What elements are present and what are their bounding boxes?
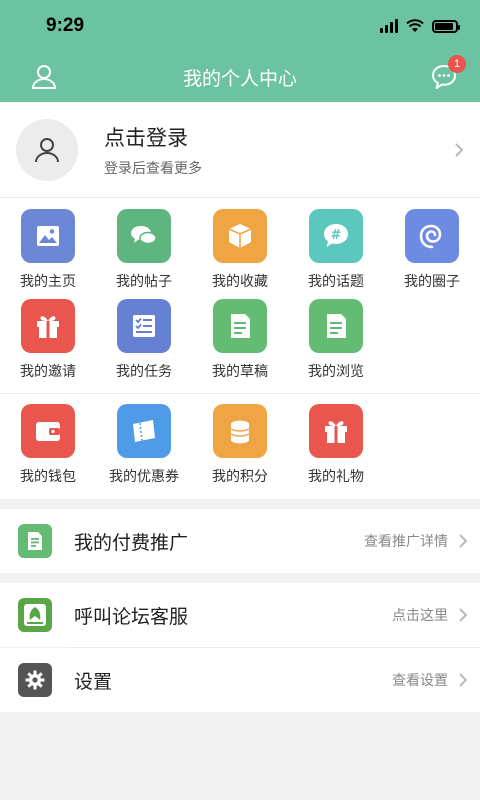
grid-tile <box>117 209 171 263</box>
settings-label: 设置 <box>74 670 113 693</box>
checklist-icon <box>133 315 155 337</box>
status-icons <box>380 19 460 33</box>
grid-item[interactable]: 我的主页 <box>0 209 96 293</box>
grid-item-label: 我的收藏 <box>212 274 268 290</box>
settings-row[interactable]: 设置 查看设置 <box>0 648 480 712</box>
grid-row: 我的邀请 我的任务 我的草稿 我的浏览 <box>0 293 480 393</box>
image-icon <box>37 226 59 246</box>
document-icon <box>28 532 42 550</box>
grid-item[interactable]: # 我的话题 <box>288 209 384 293</box>
grid-row: 我的钱包 我的优惠券 我的积分 我的礼物 <box>0 394 480 499</box>
settings-hint: 查看设置 <box>392 673 448 689</box>
grid-item-label: 我的话题 <box>308 274 364 290</box>
grid-item-label: 我的浏览 <box>308 364 364 380</box>
grid-item[interactable]: 我的帖子 <box>96 209 192 293</box>
grid-item[interactable]: 我的收藏 <box>192 209 288 293</box>
wifi-icon <box>406 19 424 32</box>
paid-promotion-label: 我的付费推广 <box>74 531 189 554</box>
chevron-right-icon <box>455 142 464 157</box>
feature-grid: 我的主页 我的帖子 我的收藏 # 我的话题 我的圈子 我的邀请 我的任务 我的草稿 我的浏览 我… <box>0 198 480 499</box>
hashtag-icon: # <box>324 224 348 247</box>
status-bar: 9:29 <box>0 0 480 52</box>
grid-tile <box>21 404 75 458</box>
avatar <box>16 118 78 181</box>
chevron-right-icon <box>459 608 468 622</box>
grid-item[interactable]: 我的礼物 <box>288 404 384 499</box>
grid-item[interactable]: 我的优惠券 <box>96 404 192 499</box>
app-logo-icon <box>24 604 46 626</box>
grid-item[interactable]: 我的积分 <box>192 404 288 499</box>
user-icon[interactable] <box>30 63 58 91</box>
grid-tile <box>117 404 171 458</box>
grid-row: 我的主页 我的帖子 我的收藏 # 我的话题 我的圈子 <box>0 198 480 293</box>
grid-item-label: 我的钱包 <box>20 469 76 485</box>
grid-item[interactable]: 我的钱包 <box>0 404 96 499</box>
section-gap <box>0 499 480 509</box>
login-subtitle: 登录后查看更多 <box>104 160 202 177</box>
list-icon-box <box>18 598 52 632</box>
document-icon <box>327 314 346 338</box>
chevron-right-icon <box>459 673 468 687</box>
document-icon <box>231 314 250 338</box>
box-icon <box>228 224 252 248</box>
grid-tile <box>213 209 267 263</box>
grid-tile <box>309 299 363 353</box>
section-gap <box>0 573 480 583</box>
wallet-icon <box>36 422 60 441</box>
grid-item-label: 我的帖子 <box>116 274 172 290</box>
coupon-icon <box>133 420 155 442</box>
grid-tile <box>213 299 267 353</box>
grid-tile <box>21 209 75 263</box>
login-card[interactable]: 点击登录 登录后查看更多 <box>0 102 480 198</box>
grid-item-label: 我的主页 <box>20 274 76 290</box>
grid-item[interactable]: 我的邀请 <box>0 299 96 393</box>
grid-item[interactable]: 我的浏览 <box>288 299 384 393</box>
grid-tile <box>405 209 459 263</box>
grid-tile <box>309 404 363 458</box>
customer-service-row[interactable]: 呼叫论坛客服 点击这里 <box>0 583 480 647</box>
chat-bubbles-icon <box>131 226 157 245</box>
page-title: 我的个人中心 <box>182 67 297 90</box>
grid-item-label: 我的圈子 <box>404 274 460 290</box>
grid-tile <box>21 299 75 353</box>
paid-promotion-hint: 查看推广详情 <box>364 534 448 550</box>
gift-icon <box>325 421 347 443</box>
login-title: 点击登录 <box>104 125 188 150</box>
grid-tile <box>213 404 267 458</box>
customer-service-hint: 点击这里 <box>392 608 448 624</box>
chevron-right-icon <box>459 534 468 548</box>
battery-icon <box>432 19 460 33</box>
grid-item-label: 我的优惠券 <box>109 469 179 485</box>
gear-icon <box>25 670 45 690</box>
grid-tile: # <box>309 209 363 263</box>
message-button[interactable]: 1 <box>430 55 466 91</box>
status-time: 9:29 <box>46 15 85 36</box>
message-badge: 1 <box>448 55 466 73</box>
grid-item[interactable]: 我的任务 <box>96 299 192 393</box>
paid-promotion-row[interactable]: 我的付费推广 查看推广详情 <box>0 509 480 573</box>
grid-item-label: 我的草稿 <box>212 364 268 380</box>
avatar-placeholder-icon <box>35 137 59 162</box>
customer-service-label: 呼叫论坛客服 <box>74 605 189 628</box>
grid-item[interactable]: 我的圈子 <box>384 209 480 293</box>
coins-icon <box>230 420 250 444</box>
grid-item-label: 我的礼物 <box>308 469 364 485</box>
grid-item[interactable]: 我的草稿 <box>192 299 288 393</box>
list-icon-box <box>18 524 52 558</box>
list-icon-box <box>18 663 52 697</box>
svg-text:#: # <box>331 228 342 243</box>
nav-bar: 我的个人中心 1 <box>0 52 480 102</box>
grid-item-label: 我的任务 <box>116 364 172 380</box>
grid-item-label: 我的邀请 <box>20 364 76 380</box>
signal-icon <box>380 19 398 33</box>
grid-item-label: 我的积分 <box>212 469 268 485</box>
gift-icon <box>37 316 59 338</box>
grid-tile <box>117 299 171 353</box>
swirl-icon <box>419 224 442 249</box>
